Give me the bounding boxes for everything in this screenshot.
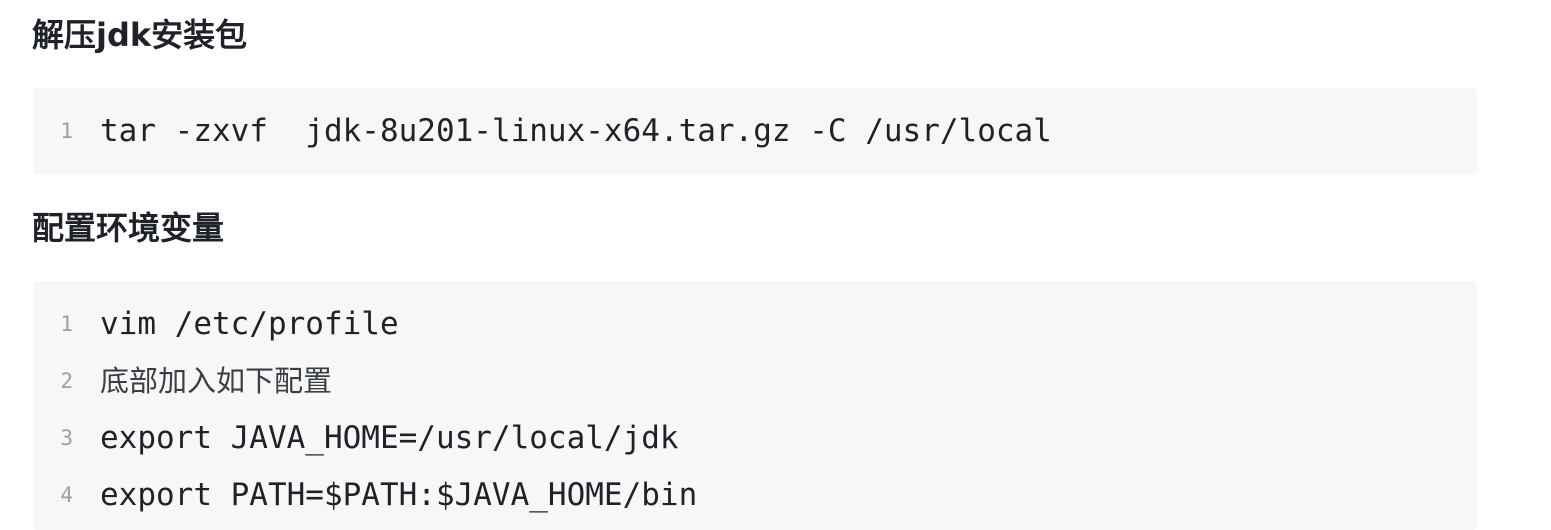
line-number: 1 xyxy=(60,119,73,143)
code-text: export PATH=$PATH:$JAVA_HOME/bin xyxy=(100,477,698,513)
code-text: 底部加入如下配置 xyxy=(100,364,333,398)
code-line: 1 vim /etc/profile xyxy=(33,300,1477,348)
code-block-extract[interactable]: 1 tar -zxvf jdk-8u201-linux-x64.tar.gz -… xyxy=(33,88,1477,174)
line-number: 3 xyxy=(60,426,73,450)
code-text: vim /etc/profile xyxy=(100,306,399,342)
line-number: 2 xyxy=(60,369,73,393)
code-text: tar -zxvf jdk-8u201-linux-x64.tar.gz -C … xyxy=(100,113,1052,149)
line-number: 1 xyxy=(60,312,73,336)
code-line: 4 export PATH=$PATH:$JAVA_HOME/bin xyxy=(33,471,1477,519)
section-heading-extract-jdk: 解压jdk安装包 xyxy=(32,16,248,54)
code-line: 3 export JAVA_HOME=/usr/local/jdk xyxy=(33,414,1477,462)
code-line: 1 tar -zxvf jdk-8u201-linux-x64.tar.gz -… xyxy=(33,107,1477,155)
code-block-profile[interactable]: 1 vim /etc/profile 2 底部加入如下配置 3 export J… xyxy=(33,281,1477,530)
code-text: export JAVA_HOME=/usr/local/jdk xyxy=(100,420,679,456)
line-number: 4 xyxy=(60,483,73,507)
section-heading-configure-env: 配置环境变量 xyxy=(32,209,225,247)
code-line: 2 底部加入如下配置 xyxy=(33,357,1477,405)
